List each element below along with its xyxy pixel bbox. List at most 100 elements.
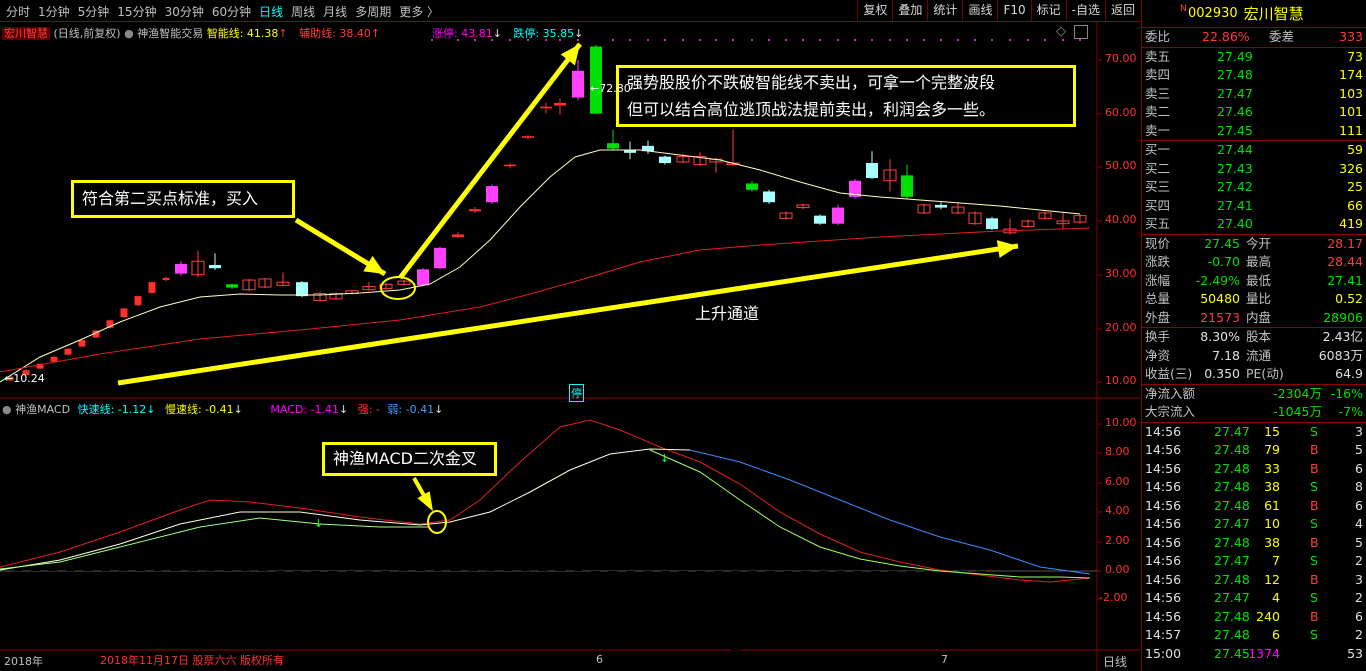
macd-weak-arrow-icon: ↓	[434, 403, 444, 416]
fund-value: 2.43亿	[1322, 329, 1363, 344]
flow-pct: -16%	[1330, 385, 1363, 401]
macd-bar	[608, 571, 618, 595]
tool-button-5[interactable]: 标记	[1030, 0, 1066, 22]
tool-button-0[interactable]: 复权	[857, 0, 892, 22]
window-toggle-icon[interactable]	[1074, 25, 1088, 39]
tool-button-7[interactable]: 返回	[1104, 0, 1140, 22]
flow-row: 净流入额 -2304万 -16%	[1142, 385, 1366, 404]
tick-side: B	[1310, 534, 1319, 550]
tick-side: B	[1310, 460, 1319, 476]
macd-bar	[871, 571, 880, 607]
footer-watermark: 2018年11月17日 股票六六 版权所有	[100, 654, 284, 667]
kline-chart-area[interactable]: ↓ ↓ 宏川智慧 (日线,前复权) ● 神渔智能交易 智能线: 41.38↑ 辅助…	[0, 22, 1140, 671]
weibi-section: 委比 22.86% 委差 333	[1142, 28, 1366, 48]
limit-dot	[751, 39, 753, 41]
macd-bar	[101, 541, 110, 571]
limit-dot	[854, 39, 856, 41]
tick-row: 14:56 27.47 10 S 4	[1142, 515, 1366, 534]
limit-dot	[1079, 39, 1081, 41]
macd-bar	[451, 515, 460, 571]
candle-body	[434, 247, 446, 269]
price-tick-label: 20.00	[1105, 321, 1137, 334]
ask-price: 27.48	[1217, 67, 1253, 82]
macd-legend-name[interactable]: 神渔MACD	[15, 403, 70, 416]
macd-bar	[923, 571, 933, 608]
ask-price: 27.47	[1217, 85, 1253, 101]
legend-dt-arrow-icon: ↓	[574, 27, 584, 40]
tick-row: 14:57 27.48 6 S 2	[1142, 626, 1366, 645]
tool-button-3[interactable]: 画线	[962, 0, 997, 22]
macd-bar	[223, 523, 233, 571]
macd-weak-line	[689, 449, 1091, 575]
legend-dot-icon[interactable]: ●	[124, 27, 134, 40]
period-tab-1[interactable]: 1分钟	[34, 3, 74, 20]
tick-price: 27.48	[1214, 497, 1250, 513]
period-tab-9[interactable]: 多周期	[351, 3, 395, 20]
ask-volume: 101	[1339, 104, 1363, 119]
legend-zhangting: 涨停: 43.81	[432, 27, 493, 40]
flow-label: 净流入额	[1145, 385, 1196, 401]
period-tab-7[interactable]: 周线	[287, 3, 319, 20]
period-tab-8[interactable]: 月线	[319, 3, 351, 20]
flow-list: 净流入额 -2304万 -16% 大宗流入 -1045万 -7%	[1142, 385, 1366, 423]
bid-row: 买四 27.41 66	[1142, 197, 1366, 216]
tick-list[interactable]: 14:56 27.47 15 S 3 14:56 27.48 79 B 5 14:56 27.48 33…	[1142, 423, 1366, 664]
limit-dot	[1009, 39, 1011, 41]
tick-volume: 4	[1272, 590, 1280, 605]
tick-row: 14:56 27.47 15 S 3	[1142, 423, 1366, 442]
limit-dot	[768, 39, 770, 41]
macd-dot-icon[interactable]: ●	[2, 403, 12, 416]
footer-period-label[interactable]: 日线	[1103, 653, 1127, 670]
macd-bar	[591, 571, 600, 583]
limit-dot	[837, 39, 839, 41]
period-tab-2[interactable]: 5分钟	[74, 3, 114, 20]
stat-label: 最低	[1246, 272, 1272, 288]
tool-button-6[interactable]: -自选	[1065, 0, 1105, 22]
tick-price: 27.47	[1214, 553, 1250, 568]
tick-count: 3	[1355, 571, 1363, 587]
macd-tick-label: 0.00	[1105, 563, 1130, 576]
legend-indicator[interactable]: 神渔智能交易	[137, 27, 203, 40]
tool-button-4[interactable]: F10	[997, 0, 1030, 22]
macd-bar	[888, 571, 898, 613]
weibi-row: 委比 22.86% 委差 333	[1142, 28, 1366, 47]
ask-label: 卖二	[1145, 104, 1171, 119]
stats-list: 现价 27.45 今开 28.17 涨跌 -0.70 最高 28.44 涨幅 -2.49% 最低 27…	[1142, 235, 1366, 328]
candle-body	[148, 282, 156, 293]
period-tab-0[interactable]: 分时	[2, 3, 34, 20]
stat-value: -2.49%	[1195, 272, 1240, 288]
macd-bar	[538, 494, 548, 571]
weibi-value: 22.86%	[1202, 29, 1250, 44]
period-tab-6[interactable]: 日线	[255, 3, 287, 20]
candle-body	[659, 156, 671, 164]
stat-row: 现价 27.45 今开 28.17	[1142, 235, 1366, 254]
tool-button-1[interactable]: 叠加	[892, 0, 927, 22]
macd-bar	[836, 571, 845, 605]
limit-dot	[682, 39, 684, 41]
tick-price: 27.48	[1214, 460, 1250, 476]
main-legend: 宏川智慧 (日线,前复权) ● 神渔智能交易 智能线: 41.38↑ 辅助线: …	[2, 25, 380, 41]
macd-bar	[906, 571, 915, 611]
candle-body	[504, 164, 516, 167]
period-tab-4[interactable]: 30分钟	[161, 3, 208, 20]
tick-time: 14:57	[1145, 627, 1182, 642]
legend-stock-name[interactable]: 宏川智慧	[2, 27, 50, 40]
stat-label: 最高	[1246, 254, 1272, 269]
macd-fast-arrow-icon: ↓	[146, 403, 156, 416]
tick-side: B	[1310, 442, 1319, 457]
stat-label: 今开	[1246, 235, 1272, 251]
tool-button-2[interactable]: 统计	[927, 0, 962, 22]
expand-icon[interactable]: ◇	[1056, 24, 1066, 39]
period-tab-10[interactable]: 更多 〉	[395, 3, 443, 20]
tick-side: B	[1310, 497, 1319, 513]
weicha-label: 委差	[1269, 29, 1295, 44]
tick-count: 2	[1355, 590, 1363, 605]
stat-label: 涨跌	[1145, 254, 1171, 269]
period-tab-3[interactable]: 15分钟	[113, 3, 160, 20]
macd-bar	[643, 571, 653, 616]
macd-bar	[258, 547, 268, 571]
bid-price: 27.40	[1217, 216, 1253, 231]
period-tab-5[interactable]: 60分钟	[208, 3, 255, 20]
candle-body	[554, 102, 566, 106]
ask-label: 卖五	[1145, 48, 1171, 64]
